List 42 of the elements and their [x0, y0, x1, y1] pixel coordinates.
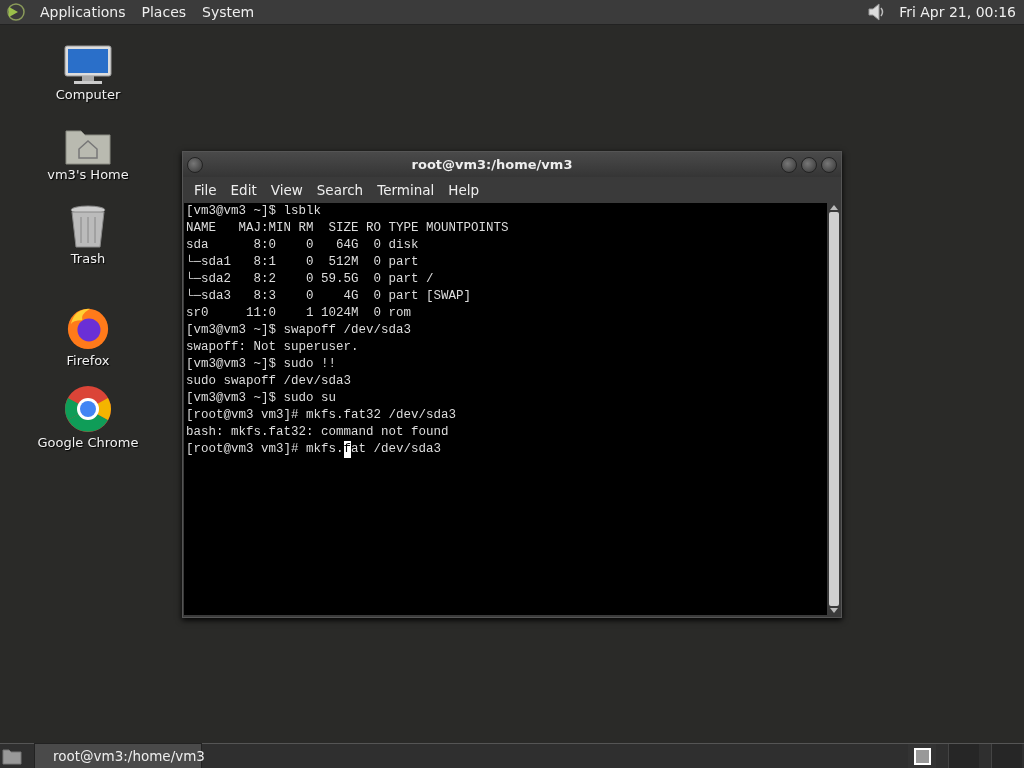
- terminal-line: sda 8:0 0 64G 0 disk: [186, 237, 420, 254]
- logo-icon[interactable]: [6, 2, 26, 22]
- desktop-icon-label[interactable]: vm3's Home: [47, 167, 129, 182]
- terminal-line: [vm3@vm3 ~]$ swapoff /dev/sda3: [186, 322, 413, 339]
- menu-item[interactable]: File: [187, 182, 224, 198]
- menu-item[interactable]: Search: [309, 182, 371, 198]
- menu-item[interactable]: Terminal: [370, 182, 442, 198]
- terminal-line: [vm3@vm3 ~]$ lsblk: [186, 203, 323, 220]
- terminal-line: swapoff: Not superuser.: [186, 339, 360, 356]
- desktop-icon-label[interactable]: Computer: [55, 87, 121, 102]
- minimize-button[interactable]: [781, 156, 797, 173]
- maximize-button[interactable]: [801, 156, 817, 173]
- terminal-line: └─sda3 8:3 0 4G 0 part [SWAP]: [186, 288, 473, 305]
- terminal-line: [vm3@vm3 ~]$ sudo !!: [186, 356, 338, 373]
- panel-menu[interactable]: Applications: [34, 4, 132, 20]
- terminal-line: [root@vm3 vm3]# mkfs.fat32 /dev/sda3: [186, 407, 458, 424]
- terminal-line: [vm3@vm3 ~]$ sudo su: [186, 390, 338, 407]
- desktop-icon-label[interactable]: Google Chrome: [37, 435, 139, 450]
- clock[interactable]: Fri Apr 21, 00:16: [891, 4, 1018, 20]
- terminal-line: └─sda1 8:1 0 512M 0 part: [186, 254, 420, 271]
- taskbar-button[interactable]: root@vm3:/home/vm3: [34, 743, 202, 768]
- terminal-line: sudo swapoff /dev/sda3: [186, 373, 353, 390]
- terminal-line: bash: mkfs.fat32: command not found: [186, 424, 450, 441]
- show-desktop-icon[interactable]: [2, 747, 22, 765]
- desktop-icon-label[interactable]: Firefox: [66, 353, 110, 368]
- workspace-switcher[interactable]: [908, 744, 936, 768]
- terminal-line: └─sda2 8:2 0 59.5G 0 part /: [186, 271, 435, 288]
- menu-item[interactable]: Help: [441, 182, 487, 198]
- terminal-line: NAME MAJ:MIN RM SIZE RO TYPE MOUNTPOINTS: [186, 220, 510, 237]
- close-button[interactable]: [821, 156, 837, 173]
- panel-menu[interactable]: Places: [135, 4, 193, 20]
- scrollbar[interactable]: [827, 203, 841, 615]
- window-title: root@vm3:/home/vm3: [410, 157, 574, 172]
- panel-menu[interactable]: System: [196, 4, 261, 20]
- window-menu-button[interactable]: [187, 156, 203, 173]
- menu-item[interactable]: Edit: [223, 182, 264, 198]
- desktop-icon-label[interactable]: Trash: [70, 251, 106, 266]
- trash-icon[interactable]: [69, 205, 107, 249]
- chrome-icon[interactable]: [64, 385, 112, 433]
- monitor-icon[interactable]: [64, 45, 112, 85]
- terminal-line: sr0 11:0 1 1024M 0 rom: [186, 305, 413, 322]
- menu-item[interactable]: View: [263, 182, 310, 198]
